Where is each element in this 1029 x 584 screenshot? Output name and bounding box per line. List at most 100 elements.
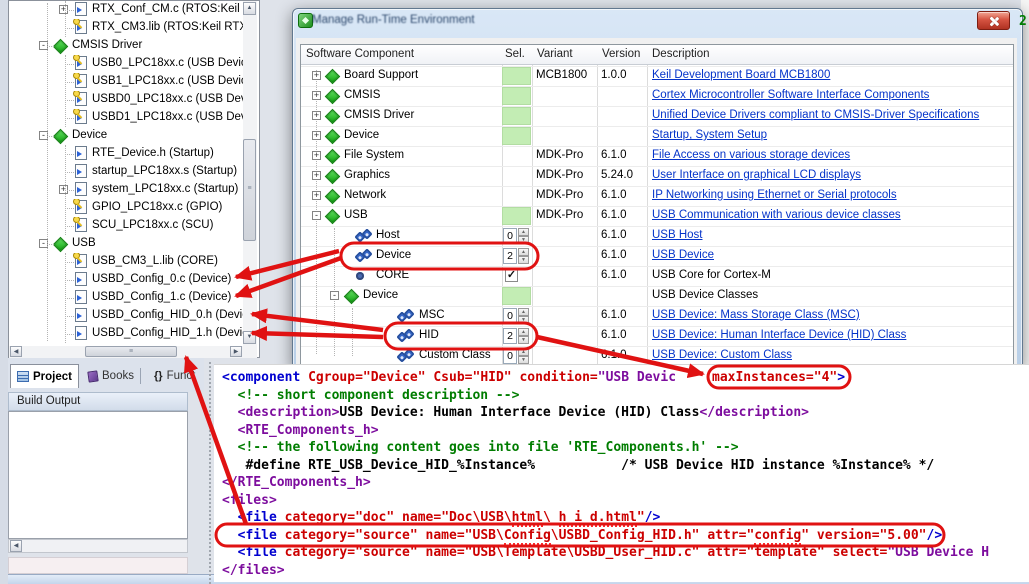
panel-splitter[interactable] — [209, 362, 211, 584]
expand-icon[interactable]: + — [312, 151, 321, 160]
code-token: <file — [238, 528, 277, 543]
collapse-icon[interactable]: - — [330, 291, 339, 300]
spinner-up-button[interactable]: ▲ — [518, 328, 529, 336]
spinner-up-button[interactable]: ▲ — [518, 248, 529, 256]
file-arrow-icon — [77, 151, 82, 157]
component-label: MSC — [419, 309, 445, 321]
tree-item-label: USBD_Config_0.c (Device) — [92, 273, 231, 285]
pack-xml-code-panel[interactable]: <component Cgroup="Device" Csub="HID" co… — [214, 364, 1029, 582]
collapse-icon[interactable]: - — [312, 211, 321, 220]
mre-table-row[interactable]: CORE✓6.1.0USB Core for Cortex-M — [301, 266, 1013, 286]
project-tree-item[interactable]: USBD_Config_HID_0.h (Device: — [9, 307, 243, 325]
horizontal-scroll-thumb[interactable]: ≡ — [85, 346, 177, 357]
mre-table-row[interactable]: +File SystemMDK-Pro6.1.0File Access on v… — [301, 146, 1013, 166]
description-link[interactable]: Startup, System Setup — [652, 129, 767, 141]
description-link[interactable]: USB Device — [652, 249, 714, 261]
tab-project[interactable]: Project — [10, 364, 79, 388]
spinner-down-button[interactable]: ▼ — [518, 256, 529, 264]
column-header-variant[interactable]: Variant — [537, 48, 573, 60]
mre-table-row[interactable]: +CMSIS DriverUnified Device Drivers comp… — [301, 106, 1013, 126]
column-header-version[interactable]: Version — [602, 48, 640, 60]
tree-item-label: USBD_Config_HID_1.h (Device: — [92, 327, 243, 339]
expand-icon[interactable]: + — [312, 171, 321, 180]
project-tree-item[interactable]: USBD1_LPC18xx.c (USB Device: — [9, 109, 243, 127]
component-group-icon — [53, 129, 69, 145]
scroll-left-button[interactable]: ◀ — [10, 540, 22, 552]
mre-table-row[interactable]: Host0▲▼6.1.0USB Host — [301, 226, 1013, 246]
description-link[interactable]: IP Networking using Ethernet or Serial p… — [652, 189, 897, 201]
description-link[interactable]: User Interface on graphical LCD displays — [652, 169, 861, 181]
project-tree-item[interactable]: startup_LPC18xx.s (Startup) — [9, 163, 243, 181]
scroll-down-button[interactable]: ▼ — [243, 331, 256, 344]
scroll-right-button[interactable]: ▶ — [230, 346, 242, 357]
mre-table-row[interactable]: HID2▲▼6.1.0USB Device: Human Interface D… — [301, 326, 1013, 346]
core-checkbox[interactable]: ✓ — [505, 269, 518, 282]
project-tree-item[interactable]: USB0_LPC18xx.c (USB Device:U — [9, 55, 243, 73]
expand-icon[interactable]: + — [312, 191, 321, 200]
version-value: 6.1.0 — [601, 269, 627, 281]
project-tree-item[interactable]: RTE_Device.h (Startup) — [9, 145, 243, 163]
project-tree-item[interactable]: USBD_Config_HID_1.h (Device: — [9, 325, 243, 343]
spinner-up-button[interactable]: ▲ — [518, 348, 529, 356]
project-icon — [17, 371, 29, 382]
expand-icon[interactable]: + — [312, 91, 321, 100]
spinner-up-button[interactable]: ▲ — [518, 308, 529, 316]
description-link[interactable]: File Access on various storage devices — [652, 149, 850, 161]
file-icon — [75, 308, 87, 322]
vertical-scroll-thumb[interactable]: ≡ — [243, 139, 256, 241]
spinner-down-button[interactable]: ▼ — [518, 236, 529, 244]
project-tree-item[interactable]: SCU_LPC18xx.c (SCU) — [9, 217, 243, 235]
project-tree-item[interactable]: USB_CM3_L.lib (CORE) — [9, 253, 243, 271]
description-link[interactable]: USB Communication with various device cl… — [652, 209, 901, 221]
mre-table-row[interactable]: MSC0▲▼6.1.0USB Device: Mass Storage Clas… — [301, 306, 1013, 326]
expand-icon[interactable]: + — [312, 71, 321, 80]
scroll-left-button[interactable]: ◀ — [10, 346, 22, 357]
project-tree-item[interactable]: -Device — [9, 127, 243, 145]
description-link[interactable]: Unified Device Drivers compliant to CMSI… — [652, 109, 979, 121]
column-header-sel[interactable]: Sel. — [505, 48, 525, 60]
tree-vertical-scrollbar[interactable]: ▲ ≡ ▼ — [243, 1, 257, 346]
expand-icon[interactable]: + — [312, 111, 321, 120]
mre-table-row[interactable]: -USBMDK-Pro6.1.0USB Communication with v… — [301, 206, 1013, 226]
build-output-header[interactable]: Build Output — [8, 392, 188, 411]
mre-table-row[interactable]: Device2▲▼6.1.0USB Device — [301, 246, 1013, 266]
mre-table-row[interactable]: +NetworkMDK-Pro6.1.0IP Networking using … — [301, 186, 1013, 206]
description-link[interactable]: USB Device: Human Interface Device (HID)… — [652, 329, 906, 341]
project-tree-item[interactable]: RTX_CM3.lib (RTOS:Keil RTX) — [9, 19, 243, 37]
spinner-up-button[interactable]: ▲ — [518, 228, 529, 236]
description-link[interactable]: USB Device: Mass Storage Class (MSC) — [652, 309, 860, 321]
project-tree-item[interactable]: -USB — [9, 235, 243, 253]
scroll-up-button[interactable]: ▲ — [243, 2, 256, 15]
project-tree-item[interactable]: -CMSIS Driver — [9, 37, 243, 55]
project-tree-item[interactable]: USBD_Config_0.c (Device) — [9, 271, 243, 289]
spinner-down-button[interactable]: ▼ — [518, 316, 529, 324]
mre-table-row[interactable]: +Board SupportMCB18001.0.0Keil Developme… — [301, 66, 1013, 86]
mre-table-row[interactable]: Custom Class0▲▼6.1.0USB Device: Custom C… — [301, 346, 1013, 366]
project-tree-item[interactable]: USB1_LPC18xx.c (USB Device:U — [9, 73, 243, 91]
mre-table-row[interactable]: +GraphicsMDK-Pro5.24.0User Interface on … — [301, 166, 1013, 186]
expand-icon[interactable]: + — [312, 131, 321, 140]
tab-books[interactable]: Books — [82, 364, 140, 388]
tree-horizontal-scrollbar[interactable]: ◀ ≡ ▶ — [9, 346, 257, 358]
project-tree-item[interactable]: GPIO_LPC18xx.c (GPIO) — [9, 199, 243, 217]
mre-table-row[interactable]: +DeviceStartup, System Setup — [301, 126, 1013, 146]
description-link[interactable]: Keil Development Board MCB1800 — [652, 69, 830, 81]
column-header-softwarecomponent[interactable]: Software Component — [306, 48, 414, 60]
project-tree-item[interactable]: USBD_Config_1.c (Device) — [9, 289, 243, 307]
description-link[interactable]: Cortex Microcontroller Software Interfac… — [652, 89, 929, 101]
project-tree-item[interactable]: +RTX_Conf_CM.c (RTOS:Keil RT — [9, 1, 243, 19]
spinner-down-button[interactable]: ▼ — [518, 336, 529, 344]
mre-table-row[interactable]: +CMSISCortex Microcontroller Software In… — [301, 86, 1013, 106]
mre-table-row[interactable]: -DeviceUSB Device Classes — [301, 286, 1013, 306]
build-output-body[interactable] — [8, 411, 188, 539]
column-header-description[interactable]: Description — [652, 48, 710, 60]
description-link[interactable]: USB Device: Custom Class — [652, 349, 792, 361]
project-tree-item[interactable]: USBD0_LPC18xx.c (USB Device: — [9, 91, 243, 109]
code-token — [825, 545, 833, 560]
description-link[interactable]: USB Host — [652, 229, 703, 241]
build-output-scrollbar[interactable]: ◀ — [8, 539, 188, 553]
project-tree-item[interactable]: +system_LPC18xx.c (Startup) — [9, 181, 243, 199]
spinner-down-button[interactable]: ▼ — [518, 356, 529, 364]
close-button[interactable] — [977, 11, 1010, 30]
tab-funct[interactable]: {}Funct — [148, 364, 201, 388]
